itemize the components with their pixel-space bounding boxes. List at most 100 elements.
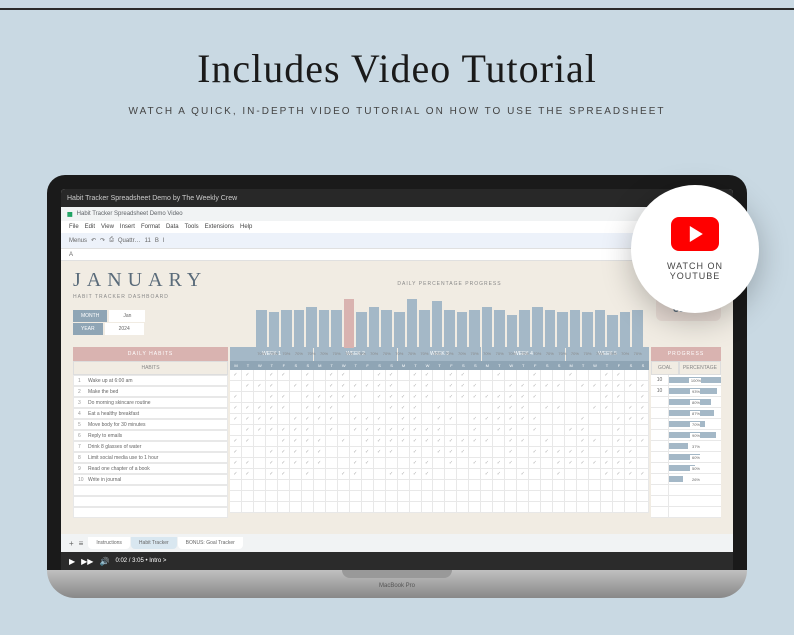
check-cell[interactable]: ✓ <box>493 370 505 380</box>
check-cell[interactable]: ✓ <box>266 447 278 457</box>
check-cell[interactable] <box>242 480 254 490</box>
check-cell[interactable]: ✓ <box>350 425 362 435</box>
check-cell[interactable]: ✓ <box>410 392 422 402</box>
check-cell[interactable] <box>493 381 505 391</box>
check-cell[interactable] <box>589 414 601 424</box>
check-cell[interactable]: ✓ <box>505 403 517 413</box>
check-cell[interactable]: ✓ <box>529 414 541 424</box>
check-cell[interactable]: ✓ <box>445 447 457 457</box>
check-cell[interactable] <box>457 469 469 479</box>
check-cell[interactable] <box>529 436 541 446</box>
check-cell[interactable]: ✓ <box>613 381 625 391</box>
check-cell[interactable]: ✓ <box>553 469 565 479</box>
habit-row[interactable]: 9Read one chapter of a book <box>73 463 228 474</box>
check-cell[interactable] <box>326 502 338 512</box>
check-cell[interactable]: ✓ <box>290 458 302 468</box>
check-cell[interactable]: ✓ <box>457 381 469 391</box>
check-cell[interactable] <box>386 458 398 468</box>
check-cell[interactable]: ✓ <box>362 458 374 468</box>
check-cell[interactable]: ✓ <box>302 436 314 446</box>
check-cell[interactable]: ✓ <box>529 447 541 457</box>
check-cell[interactable]: ✓ <box>386 469 398 479</box>
check-cell[interactable] <box>266 502 278 512</box>
check-cell[interactable]: ✓ <box>553 458 565 468</box>
check-cell[interactable]: ✓ <box>362 436 374 446</box>
check-cell[interactable]: ✓ <box>242 458 254 468</box>
check-cell[interactable] <box>266 480 278 490</box>
check-cell[interactable] <box>517 491 529 501</box>
check-cell[interactable] <box>529 403 541 413</box>
check-cell[interactable] <box>350 370 362 380</box>
check-cell[interactable] <box>541 491 553 501</box>
check-cell[interactable]: ✓ <box>517 403 529 413</box>
check-cell[interactable] <box>445 403 457 413</box>
check-cell[interactable]: ✓ <box>242 436 254 446</box>
check-cell[interactable] <box>469 447 481 457</box>
check-cell[interactable] <box>517 458 529 468</box>
check-cell[interactable] <box>613 502 625 512</box>
check-cell[interactable] <box>625 370 637 380</box>
check-cell[interactable] <box>457 403 469 413</box>
check-cell[interactable] <box>290 480 302 490</box>
check-cell[interactable]: ✓ <box>481 392 493 402</box>
italic-icon[interactable]: I <box>163 238 165 244</box>
check-cell[interactable] <box>254 480 266 490</box>
check-cell[interactable] <box>290 469 302 479</box>
check-cell[interactable] <box>481 381 493 391</box>
check-cell[interactable]: ✓ <box>457 447 469 457</box>
check-cell[interactable]: ✓ <box>302 414 314 424</box>
check-cell[interactable] <box>589 370 601 380</box>
check-cell[interactable] <box>362 469 374 479</box>
check-cell[interactable] <box>386 480 398 490</box>
check-cell[interactable] <box>398 381 410 391</box>
check-cell[interactable] <box>457 502 469 512</box>
check-cell[interactable] <box>362 392 374 402</box>
check-cell[interactable] <box>469 491 481 501</box>
check-cell[interactable]: ✓ <box>445 392 457 402</box>
check-cell[interactable] <box>481 425 493 435</box>
check-cell[interactable]: ✓ <box>613 469 625 479</box>
check-cell[interactable] <box>374 469 386 479</box>
check-cell[interactable]: ✓ <box>338 370 350 380</box>
check-cell[interactable] <box>314 502 326 512</box>
check-cell[interactable]: ✓ <box>410 447 422 457</box>
check-cell[interactable] <box>445 491 457 501</box>
check-cell[interactable] <box>589 480 601 490</box>
check-cell[interactable] <box>637 491 649 501</box>
check-cell[interactable]: ✓ <box>422 392 434 402</box>
check-cell[interactable]: ✓ <box>326 414 338 424</box>
check-cell[interactable] <box>398 491 410 501</box>
check-cell[interactable]: ✓ <box>410 469 422 479</box>
check-cell[interactable] <box>481 480 493 490</box>
check-cell[interactable]: ✓ <box>529 425 541 435</box>
check-cell[interactable]: ✓ <box>577 458 589 468</box>
check-cell[interactable]: ✓ <box>601 381 613 391</box>
check-cell[interactable] <box>613 491 625 501</box>
check-cell[interactable] <box>553 425 565 435</box>
check-cell[interactable]: ✓ <box>302 370 314 380</box>
check-cell[interactable]: ✓ <box>613 458 625 468</box>
check-cell[interactable]: ✓ <box>230 458 242 468</box>
check-cell[interactable]: ✓ <box>314 458 326 468</box>
check-cell[interactable] <box>374 502 386 512</box>
check-cell[interactable] <box>637 447 649 457</box>
check-cell[interactable] <box>457 425 469 435</box>
check-cell[interactable] <box>338 425 350 435</box>
menu-view[interactable]: View <box>101 224 114 230</box>
check-cell[interactable] <box>469 480 481 490</box>
check-cell[interactable] <box>302 480 314 490</box>
check-cell[interactable] <box>577 480 589 490</box>
check-cell[interactable] <box>505 480 517 490</box>
check-cell[interactable] <box>254 502 266 512</box>
check-cell[interactable] <box>278 491 290 501</box>
check-cell[interactable]: ✓ <box>589 458 601 468</box>
check-cell[interactable]: ✓ <box>410 381 422 391</box>
check-cell[interactable] <box>230 491 242 501</box>
menus-button[interactable]: Menus <box>69 238 87 244</box>
check-cell[interactable]: ✓ <box>577 381 589 391</box>
check-cell[interactable]: ✓ <box>589 381 601 391</box>
check-cell[interactable] <box>254 436 266 446</box>
check-cell[interactable]: ✓ <box>410 414 422 424</box>
check-cell[interactable] <box>314 491 326 501</box>
check-cell[interactable] <box>386 491 398 501</box>
